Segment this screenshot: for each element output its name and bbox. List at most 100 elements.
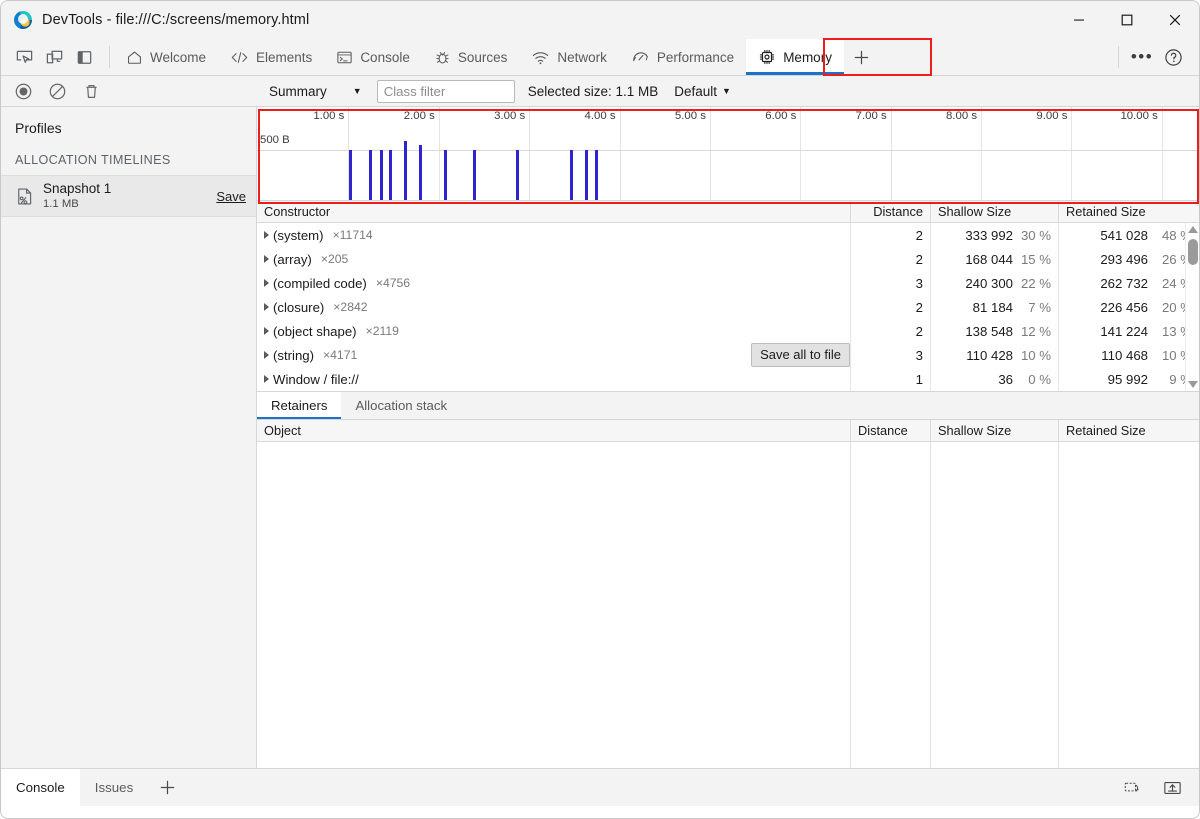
- shallow-size-value: 168 044: [965, 252, 1013, 267]
- tab-allocation-stack[interactable]: Allocation stack: [341, 392, 461, 419]
- chart-bar: [595, 150, 598, 201]
- cloud-devtools-icon[interactable]: [1117, 775, 1147, 801]
- detail-col-distance: [851, 442, 931, 768]
- memory-toolbar-controls: Summary ▼ Selected size: 1.1 MB Default …: [257, 80, 1199, 103]
- memory-main: 1.00 s2.00 s3.00 s4.00 s5.00 s6.00 s7.00…: [257, 107, 1199, 768]
- detail-column-distance[interactable]: Distance: [851, 420, 931, 441]
- expand-triangle-icon[interactable]: [264, 375, 269, 383]
- class-filter-input[interactable]: [377, 80, 515, 103]
- retained-size-value: 293 496: [1100, 252, 1148, 267]
- cell-distance: 1: [851, 367, 931, 391]
- scroll-down-icon[interactable]: [1188, 381, 1198, 388]
- column-header-distance[interactable]: Distance: [851, 201, 931, 222]
- grid-scrollbar[interactable]: [1185, 223, 1199, 391]
- shallow-size-percent: 12 %: [1013, 324, 1051, 339]
- chart-bar: [516, 150, 519, 201]
- detail-column-shallow-size[interactable]: Shallow Size: [931, 420, 1059, 441]
- minimize-button[interactable]: [1055, 1, 1103, 39]
- table-row[interactable]: (object shape)×21192138 54812 %141 22413…: [257, 319, 1199, 343]
- maximize-button[interactable]: [1103, 1, 1151, 39]
- drawer-tab-issues[interactable]: Issues: [80, 769, 148, 806]
- add-panel-button[interactable]: [844, 39, 880, 75]
- perspective-select[interactable]: Default ▼: [669, 80, 736, 103]
- expand-triangle-icon[interactable]: [264, 327, 269, 335]
- tab-sources[interactable]: Sources: [422, 39, 520, 75]
- table-row[interactable]: Window / file://1360 %95 9929 %: [257, 367, 1199, 391]
- constructors-grid: Constructor Distance Shallow Size Retain…: [257, 201, 1199, 391]
- retained-size-value: 541 028: [1100, 228, 1148, 243]
- table-row[interactable]: (string)×41713110 42810 %110 46810 %: [257, 343, 1199, 367]
- column-header-retained-size[interactable]: Retained Size: [1059, 201, 1199, 222]
- cell-retained-size: 226 45620 %: [1059, 295, 1199, 319]
- edge-logo-icon: [14, 11, 32, 29]
- window-title: DevTools - file:///C:/screens/memory.htm…: [42, 12, 309, 28]
- sidebar-item-snapshot-1[interactable]: Snapshot 1 1.1 MB Save: [1, 176, 256, 217]
- cell-retained-size: 262 73224 %: [1059, 271, 1199, 295]
- clear-button[interactable]: [44, 79, 70, 103]
- tab-performance[interactable]: Performance: [619, 39, 746, 75]
- chart-x-tick-label: 8.00 s: [946, 110, 981, 122]
- tab-label: Welcome: [150, 50, 206, 65]
- detail-column-retained-size[interactable]: Retained Size: [1059, 420, 1199, 441]
- sidebar-item-size: 1.1 MB: [43, 198, 111, 211]
- more-tools-button[interactable]: •••: [1127, 43, 1157, 71]
- drawer-add-tab-button[interactable]: [148, 769, 186, 806]
- expand-triangle-icon[interactable]: [264, 303, 269, 311]
- memory-panel-toolbar: Summary ▼ Selected size: 1.1 MB Default …: [1, 76, 1199, 107]
- import-snapshot-icon[interactable]: [1157, 775, 1187, 801]
- view-select[interactable]: Summary ▼: [263, 80, 369, 103]
- shallow-size-value: 138 548: [965, 324, 1013, 339]
- expand-triangle-icon[interactable]: [264, 255, 269, 263]
- delete-profile-button[interactable]: [78, 79, 104, 103]
- constructor-name: (system): [273, 228, 324, 243]
- chart-bar: [380, 150, 383, 201]
- table-row[interactable]: (compiled code)×47563240 30022 %262 7322…: [257, 271, 1199, 295]
- cell-shallow-size: 81 1847 %: [931, 295, 1059, 319]
- drawer-tab-console[interactable]: Console: [1, 769, 80, 806]
- tab-retainers[interactable]: Retainers: [257, 392, 341, 419]
- chart-bar: [369, 150, 372, 201]
- device-toolbar-icon[interactable]: [39, 43, 69, 71]
- tab-label: Performance: [657, 50, 734, 65]
- sidebar-section-allocation-timelines: ALLOCATION TIMELINES: [1, 136, 256, 176]
- cell-shallow-size: 168 04415 %: [931, 247, 1059, 271]
- table-row[interactable]: (system)×117142333 99230 %541 02848 %: [257, 223, 1199, 247]
- inspect-element-icon[interactable]: [9, 43, 39, 71]
- drawer-bar: Console Issues: [1, 768, 1199, 806]
- chart-x-tick-label: 6.00 s: [765, 110, 800, 122]
- scroll-up-icon[interactable]: [1188, 226, 1198, 233]
- cell-constructor: (system)×11714: [257, 223, 851, 247]
- table-row[interactable]: (array)×2052168 04415 %293 49626 %: [257, 247, 1199, 271]
- column-header-constructor[interactable]: Constructor: [257, 201, 851, 222]
- tab-elements[interactable]: Elements: [218, 39, 324, 75]
- profiles-sidebar: Profiles ALLOCATION TIMELINES Snapshot 1…: [1, 107, 257, 768]
- table-row[interactable]: (closure)×2842281 1847 %226 45620 %: [257, 295, 1199, 319]
- scrollbar-thumb[interactable]: [1188, 239, 1198, 265]
- cell-shallow-size: 110 42810 %: [931, 343, 1059, 367]
- constructor-count: ×2119: [366, 324, 399, 338]
- save-all-to-file-button[interactable]: Save all to file: [751, 343, 850, 367]
- save-snapshot-link[interactable]: Save: [216, 189, 246, 204]
- devtools-tab-strip: Welcome Elements Console: [1, 39, 1199, 76]
- tab-welcome[interactable]: Welcome: [114, 39, 218, 75]
- expand-triangle-icon[interactable]: [264, 231, 269, 239]
- tab-memory[interactable]: Memory: [746, 39, 844, 75]
- expand-triangle-icon[interactable]: [264, 279, 269, 287]
- help-icon[interactable]: [1157, 43, 1189, 71]
- close-button[interactable]: [1151, 1, 1199, 39]
- constructor-name: (closure): [273, 300, 324, 315]
- tab-network[interactable]: Network: [519, 39, 619, 75]
- detail-column-object[interactable]: Object: [257, 420, 851, 441]
- chip-icon: [758, 48, 776, 66]
- tab-label: Console: [360, 50, 410, 65]
- dock-side-icon[interactable]: [69, 43, 99, 71]
- record-button[interactable]: [10, 79, 36, 103]
- chart-x-tick-label: 7.00 s: [856, 110, 891, 122]
- tab-console[interactable]: Console: [324, 39, 422, 75]
- panel-tabs: Welcome Elements Console: [114, 39, 880, 75]
- allocation-timeline-overview[interactable]: 1.00 s2.00 s3.00 s4.00 s5.00 s6.00 s7.00…: [257, 107, 1199, 201]
- shallow-size-value: 110 428: [966, 348, 1013, 363]
- panel-body: Profiles ALLOCATION TIMELINES Snapshot 1…: [1, 107, 1199, 768]
- expand-triangle-icon[interactable]: [264, 351, 269, 359]
- column-header-shallow-size[interactable]: Shallow Size: [931, 201, 1059, 222]
